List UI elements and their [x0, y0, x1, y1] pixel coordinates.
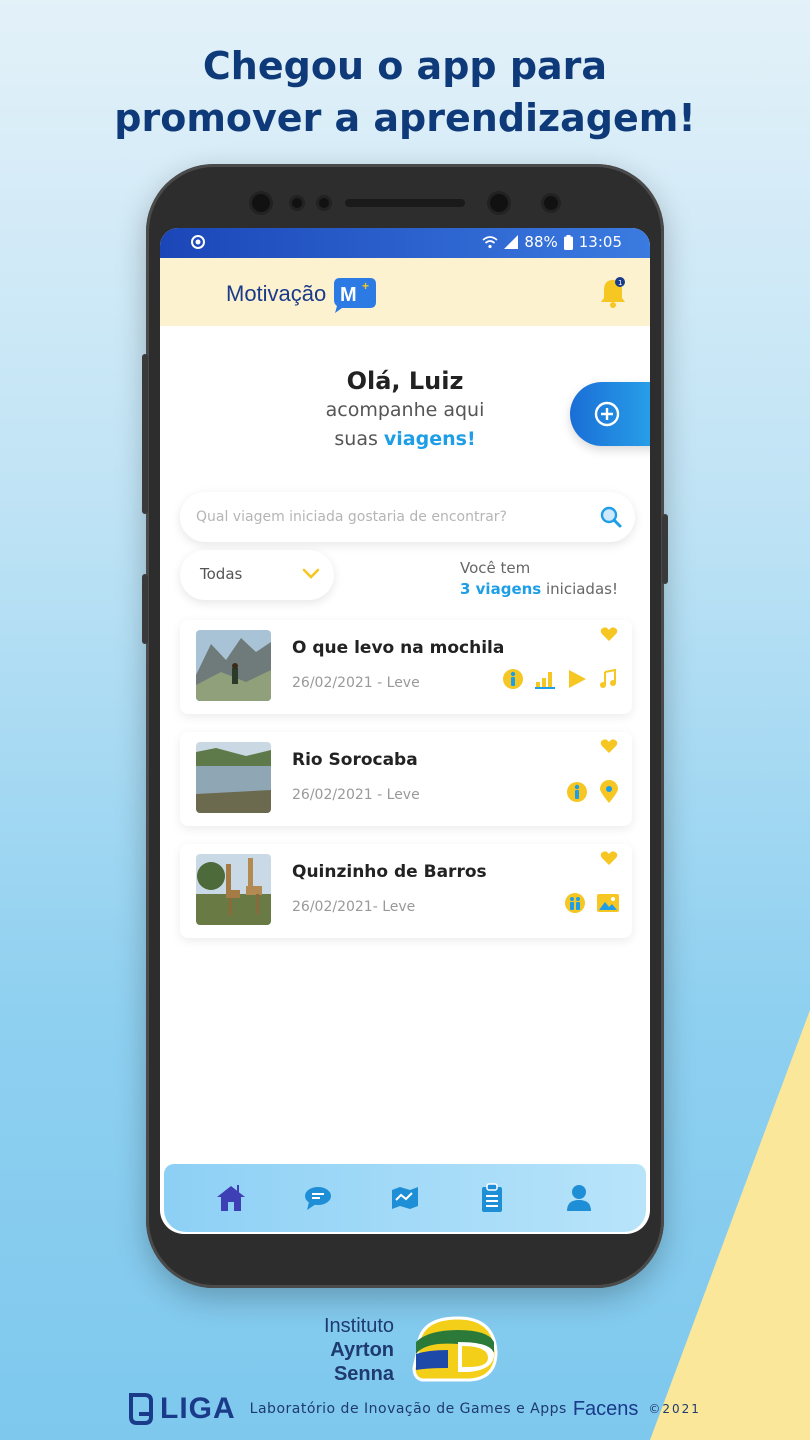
- chevron-down-icon: [302, 568, 320, 579]
- sync-status-icon: [191, 235, 205, 249]
- play-icon: [569, 670, 586, 688]
- trip-card[interactable]: Rio Sorocaba 26/02/2021 - Leve: [180, 732, 632, 826]
- trip-date: 26/02/2021 - Leve: [292, 675, 420, 691]
- trip-title: Quinzinho de Barros: [292, 862, 487, 882]
- camera-lens: [544, 196, 558, 210]
- headline-line-1: Chegou o app para: [202, 44, 608, 88]
- svg-text:+: +: [362, 279, 369, 293]
- liga-logo-icon: [129, 1393, 153, 1425]
- nav-profile[interactable]: [559, 1178, 599, 1218]
- wifi-icon: [482, 236, 498, 249]
- trip-thumbnail: [196, 854, 271, 925]
- home-icon: [217, 1185, 246, 1211]
- group-icon: [565, 893, 585, 913]
- trip-activity-icons: [566, 780, 620, 804]
- app-screen: 88% 13:05 Motivação M + 1 Olá, Luiz acom…: [160, 228, 650, 1234]
- favorite-heart-icon[interactable]: [600, 850, 618, 866]
- institute-name: Instituto Ayrton Senna: [306, 1314, 394, 1386]
- svg-text:M: M: [340, 284, 357, 306]
- battery-icon: [563, 234, 573, 250]
- volume-button: [142, 354, 148, 514]
- image-icon: [597, 894, 619, 912]
- copyright: ©2021: [648, 1402, 701, 1416]
- trip-thumbnail: [196, 742, 271, 813]
- sensor: [319, 198, 329, 208]
- institute-line-1: Instituto: [323, 1315, 394, 1337]
- lab-name: Laboratório de Inovação de Games e Apps: [249, 1401, 567, 1417]
- bottom-navigation: [164, 1164, 646, 1232]
- map-icon: [391, 1187, 418, 1209]
- favorite-heart-icon[interactable]: [600, 626, 618, 642]
- earpiece-speaker: [345, 199, 465, 207]
- clipboard-icon: [481, 1183, 502, 1212]
- summary-suffix: iniciadas!: [541, 580, 618, 598]
- trip-activity-icons: [502, 668, 620, 690]
- headline-line-2: promover a aprendizagem!: [114, 96, 696, 140]
- notification-count: 1: [618, 279, 622, 287]
- greeting-line-2-prefix: suas: [334, 428, 384, 450]
- summary-line-2: 3 viagens iniciadas!: [460, 579, 618, 600]
- trip-activity-icons: [564, 892, 620, 914]
- senna-helmet-logo: [412, 1316, 498, 1382]
- trip-count-summary: Você tem 3 viagens iniciadas!: [460, 558, 618, 600]
- facens-wordmark: Facens: [572, 1397, 639, 1420]
- promo-headline: Chegou o app para promover a aprendizage…: [0, 40, 810, 144]
- greeting-title: Olá, Luiz: [346, 367, 464, 395]
- bar-chart-icon: [535, 672, 555, 689]
- side-button: [142, 574, 148, 644]
- trip-card[interactable]: Quinzinho de Barros 26/02/2021- Leve: [180, 844, 632, 938]
- person-icon: [503, 669, 523, 689]
- nav-activities[interactable]: [472, 1178, 512, 1218]
- liga-wordmark: LIGA: [160, 1392, 236, 1425]
- add-trip-button[interactable]: [570, 382, 650, 446]
- nav-map[interactable]: [385, 1178, 425, 1218]
- filter-selected: Todas: [200, 565, 243, 583]
- sensor: [292, 198, 302, 208]
- greeting-highlight: viagens!: [383, 428, 476, 450]
- search-icon[interactable]: [599, 505, 623, 529]
- brand-logo: Motivação M +: [226, 274, 378, 314]
- trip-filter-dropdown[interactable]: Todas: [180, 550, 334, 600]
- search-input[interactable]: [196, 504, 576, 530]
- front-camera: [252, 194, 270, 212]
- trip-thumbnail: [196, 630, 271, 701]
- brand-bubble-icon: M +: [334, 278, 377, 313]
- chat-icon: [305, 1187, 332, 1210]
- nav-home[interactable]: [211, 1178, 251, 1218]
- profile-icon: [566, 1185, 591, 1211]
- plus-circle-icon: [594, 401, 620, 427]
- battery-percent: 88%: [524, 233, 558, 251]
- summary-count: 3 viagens: [460, 580, 542, 598]
- summary-prefix: Você tem: [460, 559, 531, 577]
- search-bar: [180, 492, 635, 542]
- camera-lens: [490, 194, 508, 212]
- bell-icon: 1: [601, 277, 625, 308]
- trip-title: O que levo na mochila: [292, 638, 505, 658]
- music-icon: [600, 668, 616, 688]
- notifications-button[interactable]: 1: [598, 276, 628, 310]
- person-icon: [567, 782, 587, 802]
- footer-credits: LIGA Laboratório de Inovação de Games e …: [128, 1392, 701, 1426]
- location-pin-icon: [600, 780, 618, 803]
- trip-card[interactable]: O que levo na mochila 26/02/2021 - Leve: [180, 620, 632, 714]
- app-header: Motivação M + 1: [160, 258, 650, 326]
- power-button: [662, 514, 668, 584]
- brand-name: Motivação: [226, 281, 327, 306]
- trip-date: 26/02/2021 - Leve: [292, 787, 420, 803]
- nav-chat[interactable]: [298, 1178, 338, 1218]
- favorite-heart-icon[interactable]: [600, 738, 618, 754]
- trip-title: Rio Sorocaba: [292, 750, 418, 770]
- phone-frame: 88% 13:05 Motivação M + 1 Olá, Luiz acom…: [142, 164, 668, 1288]
- signal-icon: [504, 235, 519, 249]
- institute-line-3: Senna: [333, 1363, 394, 1385]
- institute-line-2: Ayrton: [330, 1339, 394, 1361]
- trip-date: 26/02/2021- Leve: [292, 899, 416, 915]
- clock: 13:05: [578, 233, 622, 251]
- status-bar: 88% 13:05: [160, 228, 650, 258]
